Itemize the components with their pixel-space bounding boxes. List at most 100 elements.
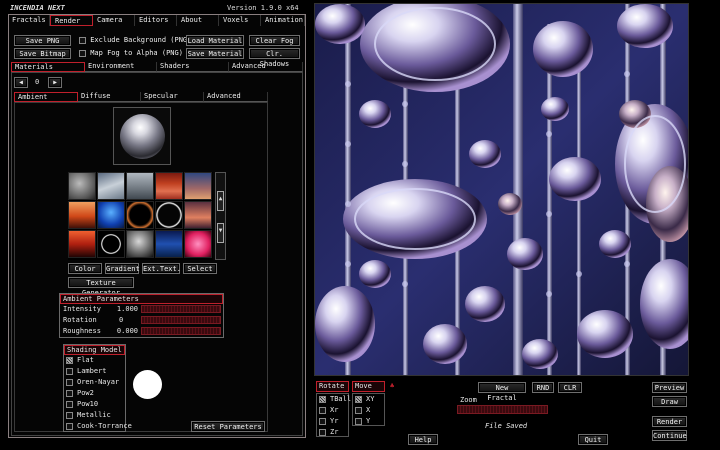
rnd-button[interactable]: RND <box>532 382 554 393</box>
move-option[interactable]: X <box>353 405 384 416</box>
texture-swatch[interactable] <box>155 201 183 229</box>
menu-camera[interactable]: Camera <box>93 15 135 26</box>
zoom-slider[interactable] <box>457 405 548 414</box>
rotate-checkbox[interactable] <box>319 406 326 414</box>
quit-button[interactable]: Quit <box>578 434 608 445</box>
scroll-up-icon[interactable]: ▲ <box>217 191 224 211</box>
texture-generator-button[interactable]: Texture Generator <box>68 277 134 297</box>
texture-swatch[interactable] <box>97 230 125 258</box>
move-checkbox[interactable] <box>355 406 362 414</box>
texture-swatch[interactable] <box>184 172 212 200</box>
texture-swatch[interactable] <box>68 230 96 258</box>
texture-swatch[interactable] <box>97 201 125 229</box>
fractal-render-view[interactable] <box>314 3 689 376</box>
texture-swatch[interactable] <box>97 172 125 200</box>
ext-text-button[interactable]: Ext.Text. <box>142 263 181 274</box>
rotate-option[interactable]: TBall <box>317 394 351 405</box>
shading-model-label: Flat <box>77 356 94 364</box>
move-checkbox[interactable] <box>355 417 362 425</box>
shading-model-option[interactable]: Pow2 <box>64 388 125 399</box>
rotate-checkbox[interactable] <box>319 417 326 425</box>
rotate-option[interactable]: Yr <box>317 416 348 427</box>
continue-button[interactable]: Continue <box>652 430 687 441</box>
texture-swatch[interactable] <box>126 230 154 258</box>
texture-swatch[interactable] <box>155 172 183 200</box>
shading-model-checkbox[interactable] <box>66 356 73 364</box>
rotate-checkbox[interactable] <box>319 395 326 403</box>
color-button[interactable]: Color <box>68 263 102 274</box>
move-option[interactable]: XY <box>353 394 384 405</box>
rotate-header: Rotate <box>316 381 349 392</box>
prev-material-button[interactable]: ◀ <box>14 77 28 88</box>
roughness-slider[interactable] <box>141 327 221 335</box>
tab-material-advanced[interactable]: Advanced <box>204 92 268 102</box>
tab-diffuse[interactable]: Diffuse <box>78 92 141 102</box>
scroll-down-icon[interactable]: ▼ <box>217 223 224 243</box>
render-button[interactable]: Render <box>652 416 687 427</box>
rotation-slider[interactable] <box>141 316 221 324</box>
ambient-parameters-header: Ambient Parameters <box>60 294 223 304</box>
shading-model-checkbox[interactable] <box>66 422 73 430</box>
tab-environment[interactable]: Environment <box>85 62 157 72</box>
save-bitmap-button[interactable]: Save Bitmap <box>14 48 71 59</box>
shading-model-option[interactable]: Oren-Nayar <box>64 377 125 388</box>
shading-model-option[interactable]: Cook-Torrance <box>64 421 132 432</box>
rotate-option[interactable]: Xr <box>317 405 348 416</box>
shading-model-option[interactable]: Lambert <box>64 366 125 377</box>
help-button[interactable]: Help <box>408 434 438 445</box>
preview-button[interactable]: Preview <box>652 382 687 393</box>
shading-model-option[interactable]: Metallic <box>64 410 125 421</box>
palette-scrollbar[interactable]: ▲ ▼ <box>215 172 226 260</box>
menu-voxels[interactable]: Voxels <box>219 15 261 26</box>
texture-swatch[interactable] <box>155 230 183 258</box>
texture-swatch[interactable] <box>184 201 212 229</box>
new-fractal-button[interactable]: New Fractal <box>478 382 526 402</box>
texture-swatch[interactable] <box>126 172 154 200</box>
clr-button[interactable]: CLR <box>558 382 582 393</box>
texture-swatch[interactable] <box>184 230 212 258</box>
draw-button[interactable]: Draw <box>652 396 687 407</box>
exclude-background-checkbox[interactable] <box>79 36 86 44</box>
tab-shaders[interactable]: Shaders <box>157 62 229 72</box>
menu-about[interactable]: About <box>177 15 219 26</box>
tab-specular[interactable]: Specular <box>141 92 204 102</box>
shading-model-checkbox[interactable] <box>66 378 73 386</box>
shading-model-option[interactable]: Flat <box>64 355 125 366</box>
map-fog-option[interactable]: Map Fog to Alpha (PNG) <box>79 49 183 57</box>
shading-model-option[interactable]: Pow10 <box>64 399 125 410</box>
texture-swatch[interactable] <box>126 201 154 229</box>
intensity-slider[interactable] <box>141 305 221 313</box>
tab-advanced[interactable]: Advanced <box>229 62 303 72</box>
shading-model-checkbox[interactable] <box>66 389 73 397</box>
move-checkbox[interactable] <box>355 395 362 403</box>
texture-swatch[interactable] <box>68 172 96 200</box>
reset-parameters-button[interactable]: Reset Parameters <box>191 421 265 432</box>
map-fog-checkbox[interactable] <box>79 49 86 57</box>
intensity-row: Intensity 1.000 <box>60 304 223 315</box>
load-material-button[interactable]: Load Material <box>186 35 244 46</box>
menu-render[interactable]: Render <box>50 15 93 26</box>
save-material-button[interactable]: Save Material <box>186 48 244 59</box>
next-material-button[interactable]: ▶ <box>48 77 62 88</box>
menu-animation[interactable]: Animation <box>261 15 305 26</box>
menu-editors[interactable]: Editors <box>135 15 177 26</box>
gradient-button[interactable]: Gradient <box>105 263 140 274</box>
tab-materials[interactable]: Materials <box>11 62 85 72</box>
move-option[interactable]: Y <box>353 416 384 427</box>
exclude-background-option[interactable]: Exclude Background (PNG) <box>79 36 191 44</box>
rotate-option[interactable]: Zr <box>317 427 348 438</box>
material-preview <box>113 107 171 165</box>
rotation-row: Rotation 0 <box>60 315 223 326</box>
texture-swatch[interactable] <box>68 201 96 229</box>
tab-ambient[interactable]: Ambient <box>14 92 78 102</box>
rotation-label: Rotation <box>63 316 97 324</box>
shading-model-checkbox[interactable] <box>66 400 73 408</box>
clear-fog-button[interactable]: Clear Fog <box>249 35 300 46</box>
select-button[interactable]: Select <box>183 263 217 274</box>
shading-model-checkbox[interactable] <box>66 367 73 375</box>
clear-shadows-button[interactable]: Clr. Shadows <box>249 48 300 68</box>
shading-model-checkbox[interactable] <box>66 411 73 419</box>
menu-fractals[interactable]: Fractals <box>8 15 50 26</box>
rotate-checkbox[interactable] <box>319 428 326 436</box>
save-png-button[interactable]: Save PNG <box>14 35 71 46</box>
